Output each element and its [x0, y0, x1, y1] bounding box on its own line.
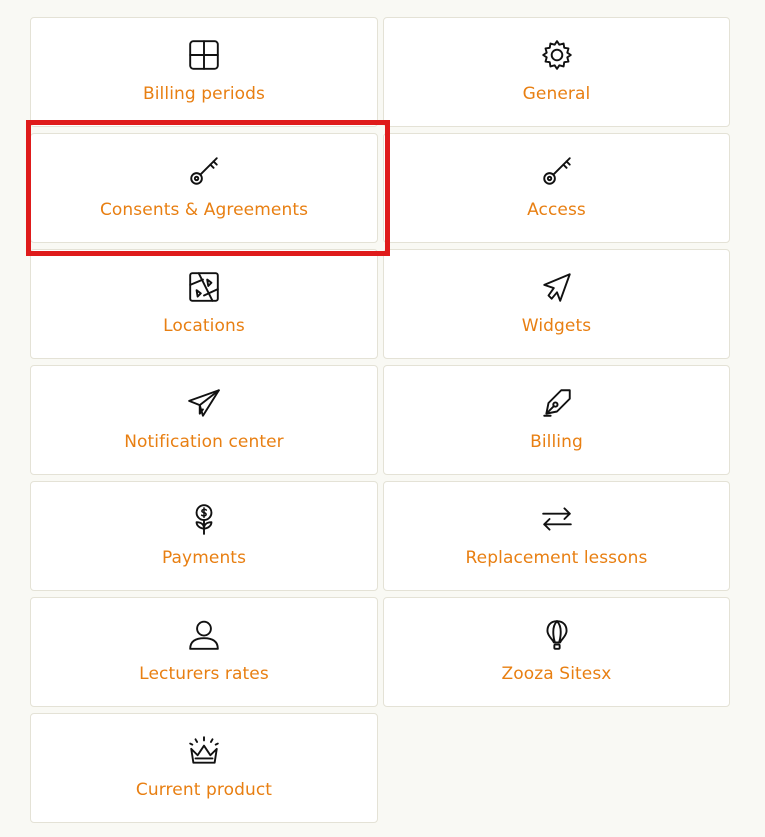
grid-icon [186, 37, 222, 73]
tile-label: Access [527, 200, 586, 220]
tile-label: Payments [161, 548, 247, 568]
cursor-arrow-icon [539, 269, 575, 305]
tile-label: Zooza Sitesx [501, 664, 612, 684]
tile-locations[interactable]: Locations [30, 249, 378, 359]
crown-icon [186, 733, 222, 769]
tile-consents-agreements[interactable]: Consents & Agreements [30, 133, 378, 243]
key-icon [539, 153, 575, 189]
paper-plane-icon [186, 385, 222, 421]
tile-payments[interactable]: Payments [30, 481, 378, 591]
tile-label: Locations [163, 316, 245, 336]
key-icon [186, 153, 222, 189]
tile-notification-center[interactable]: Notification center [30, 365, 378, 475]
tile-access[interactable]: Access [383, 133, 730, 243]
tile-label: Billing periods [142, 84, 266, 104]
tile-billing[interactable]: Billing [383, 365, 730, 475]
tile-label: Widgets [521, 316, 592, 336]
tile-lecturers-rates[interactable]: Lecturers rates [30, 597, 378, 707]
tile-label: Billing [530, 432, 583, 452]
tile-label: Notification center [124, 432, 284, 452]
tile-billing-periods[interactable]: Billing periods [30, 17, 378, 127]
tile-label: Current product [135, 780, 273, 800]
gear-icon [539, 37, 575, 73]
tile-general[interactable]: General [383, 17, 730, 127]
money-plant-icon [186, 501, 222, 537]
swap-arrows-icon [539, 501, 575, 537]
settings-grid: Billing periods General Consents & Agree… [30, 17, 730, 823]
tile-widgets[interactable]: Widgets [383, 249, 730, 359]
hot-air-balloon-icon [539, 617, 575, 653]
user-icon [186, 617, 222, 653]
tile-current-product[interactable]: Current product [30, 713, 378, 823]
tile-label: Replacement lessons [465, 548, 648, 568]
tile-label: General [522, 84, 591, 104]
tile-label: Consents & Agreements [99, 200, 309, 220]
tile-label: Lecturers rates [139, 664, 269, 684]
tile-zooza-sitesx[interactable]: Zooza Sitesx [383, 597, 730, 707]
pen-nib-icon [539, 385, 575, 421]
tile-replacement-lessons[interactable]: Replacement lessons [383, 481, 730, 591]
map-icon [186, 269, 222, 305]
